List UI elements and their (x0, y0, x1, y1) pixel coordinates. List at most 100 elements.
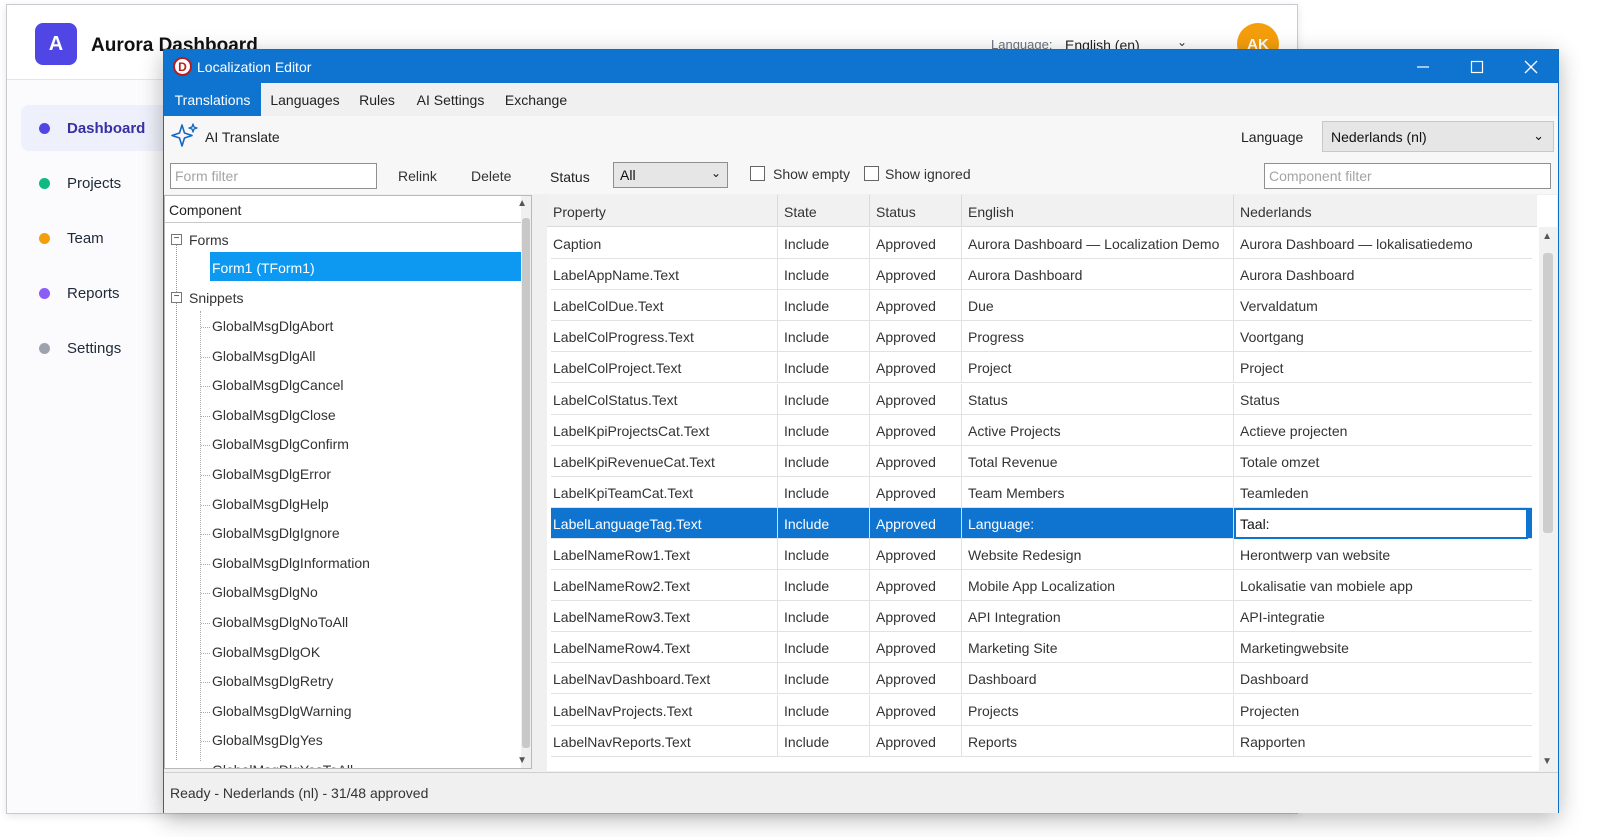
tree-node-snippet[interactable]: GlobalMsgDlgConfirm (212, 436, 349, 452)
show-empty-checkbox[interactable] (750, 166, 765, 181)
tree-node-snippet[interactable]: GlobalMsgDlgError (212, 466, 331, 482)
table-row[interactable]: LabelNameRow1.Text Include Approved Website… (551, 539, 1532, 570)
cell-nederlands[interactable]: Teamleden (1234, 477, 1528, 508)
cell-nederlands[interactable]: Actieve projecten (1234, 415, 1528, 446)
delete-button[interactable]: Delete (471, 168, 511, 184)
tab-ai-settings[interactable]: AI Settings (405, 83, 496, 116)
table-row[interactable]: LabelNavProjects.Text Include Approved Proj… (551, 694, 1532, 726)
tree-node-snippet[interactable]: GlobalMsgDlgYes (212, 732, 323, 748)
sparkle-icon[interactable] (170, 121, 200, 151)
grid-scrollbar[interactable]: ▲ ▼ (1539, 227, 1557, 771)
scroll-up-icon[interactable]: ▲ (517, 198, 527, 209)
cell-nederlands[interactable]: Totale omzet (1234, 446, 1528, 477)
language-select[interactable]: Nederlands (nl) ⌄ (1322, 121, 1554, 152)
cell-status: Approved (870, 725, 962, 757)
tree-node-snippet[interactable]: GlobalMsgDlgInformation (212, 555, 370, 571)
scroll-down-icon[interactable]: ▼ (517, 755, 527, 766)
relink-button[interactable]: Relink (398, 168, 437, 184)
tab-exchange[interactable]: Exchange (496, 83, 576, 116)
cell-nederlands[interactable]: Vervaldatum (1234, 290, 1528, 321)
cell-nederlands[interactable]: Aurora Dashboard (1234, 259, 1528, 290)
cell-english: Aurora Dashboard (962, 259, 1234, 291)
cell-state: Include (778, 290, 870, 322)
nav-item-team[interactable]: Team (21, 215, 171, 261)
cell-nederlands[interactable]: Lokalisatie van mobiele app (1234, 570, 1528, 601)
title-bar[interactable]: D Localization Editor (164, 50, 1558, 83)
scroll-up-icon[interactable]: ▲ (1542, 231, 1552, 242)
tree-node-snippet[interactable]: GlobalMsgDlgAll (212, 348, 315, 364)
cell-nederlands[interactable]: Status (1234, 384, 1528, 415)
column-header-english[interactable]: English (962, 195, 1234, 227)
table-row[interactable]: LabelKpiTeamCat.Text Include Approved Team … (551, 476, 1532, 508)
status-select[interactable]: All ⌄ (613, 162, 728, 188)
collapse-icon[interactable]: − (171, 234, 182, 245)
table-row[interactable]: LabelNameRow4.Text Include Approved Marketi… (551, 632, 1532, 664)
tab-rules[interactable]: Rules (349, 83, 405, 116)
cell-nederlands[interactable]: Rapporten (1234, 726, 1528, 757)
column-header-nederlands[interactable]: Nederlands (1234, 195, 1537, 227)
cell-nederlands[interactable]: Project (1234, 352, 1528, 383)
scroll-thumb[interactable] (522, 218, 530, 748)
maximize-button[interactable] (1450, 50, 1504, 83)
chevron-down-icon[interactable]: ⌄ (1177, 35, 1187, 49)
close-button[interactable] (1504, 50, 1558, 83)
minimize-button[interactable] (1396, 50, 1450, 83)
cell-english: Project (962, 352, 1234, 384)
tree-node-snippet[interactable]: GlobalMsgDlgCancel (212, 377, 344, 393)
tree-scrollbar[interactable]: ▲ ▼ (517, 196, 531, 768)
column-header-state[interactable]: State (778, 195, 870, 227)
column-header-property[interactable]: Property (547, 195, 778, 227)
cell-nederlands[interactable]: Dashboard (1234, 663, 1528, 694)
table-row[interactable]: LabelAppName.Text Include Approved Aurora D… (551, 259, 1532, 291)
table-row[interactable]: LabelKpiProjectsCat.Text Include Approved A… (551, 414, 1532, 446)
show-ignored-checkbox[interactable] (864, 166, 879, 181)
table-row[interactable]: LabelNavDashboard.Text Include Approved Das… (551, 663, 1532, 695)
table-row[interactable]: LabelColDue.Text Include Approved Due Verval… (551, 290, 1532, 322)
cell-nederlands[interactable]: Voortgang (1234, 321, 1528, 352)
tree-node-snippet[interactable]: GlobalMsgDlgYesToAll (212, 762, 353, 768)
tree-node-snippet[interactable]: GlobalMsgDlgAbort (212, 318, 333, 334)
table-row[interactable]: LabelKpiRevenueCat.Text Include Approved To… (551, 445, 1532, 477)
table-row[interactable]: LabelColProject.Text Include Approved Proje… (551, 352, 1532, 384)
cell-nederlands[interactable]: Projecten (1234, 695, 1528, 726)
tree-node-snippet[interactable]: GlobalMsgDlgNo (212, 584, 318, 600)
cell-nederlands[interactable]: Taal: (1234, 507, 1528, 539)
tree-node-snippet[interactable]: GlobalMsgDlgNoToAll (212, 614, 348, 630)
nav-item-dashboard[interactable]: Dashboard (21, 105, 171, 151)
cell-property: Caption (547, 228, 778, 259)
table-row[interactable]: LabelLanguageTag.Text Include Approved Lang… (551, 507, 1532, 539)
tree-node-forms[interactable]: Forms (189, 232, 229, 248)
tab-translations[interactable]: Translations (164, 83, 261, 116)
tree-node-snippets[interactable]: Snippets (189, 290, 243, 306)
table-row[interactable]: LabelNameRow2.Text Include Approved Mobile … (551, 570, 1532, 602)
collapse-icon[interactable]: − (171, 292, 182, 303)
table-row[interactable]: LabelNavReports.Text Include Approved Repor… (551, 725, 1532, 757)
table-row[interactable]: Caption Include Approved Aurora Dashboard —… (551, 228, 1532, 259)
table-row[interactable]: LabelNameRow3.Text Include Approved API Int… (551, 601, 1532, 633)
cell-nederlands[interactable]: Herontwerp van website (1234, 539, 1528, 570)
nav-item-reports[interactable]: Reports (21, 270, 171, 316)
tree-node-form1[interactable]: Form1 (TForm1) (212, 260, 315, 276)
scroll-down-icon[interactable]: ▼ (1542, 756, 1552, 767)
nav-item-label: Settings (67, 339, 122, 357)
cell-nederlands[interactable]: Aurora Dashboard — lokalisatiedemo (1234, 228, 1528, 259)
cell-property: LabelNavProjects.Text (547, 694, 778, 726)
tab-languages[interactable]: Languages (261, 83, 349, 116)
nav-item-projects[interactable]: Projects (21, 160, 171, 206)
tree-node-snippet[interactable]: GlobalMsgDlgIgnore (212, 525, 340, 541)
form-filter-input[interactable] (170, 163, 377, 189)
cell-nederlands[interactable]: Marketingwebsite (1234, 632, 1528, 663)
tree-node-snippet[interactable]: GlobalMsgDlgClose (212, 407, 336, 423)
table-row[interactable]: LabelColProgress.Text Include Approved Prog… (551, 321, 1532, 353)
column-header-status[interactable]: Status (870, 195, 962, 227)
cell-nederlands[interactable]: API-integratie (1234, 601, 1528, 632)
component-filter-input[interactable] (1264, 163, 1551, 189)
tree-node-snippet[interactable]: GlobalMsgDlgHelp (212, 496, 329, 512)
table-row[interactable]: LabelColStatus.Text Include Approved Status… (551, 383, 1532, 415)
tree-node-snippet[interactable]: GlobalMsgDlgOK (212, 644, 320, 660)
ai-translate-button[interactable]: AI Translate (205, 129, 280, 145)
tree-node-snippet[interactable]: GlobalMsgDlgWarning (212, 703, 352, 719)
scroll-thumb[interactable] (1543, 253, 1553, 533)
tree-node-snippet[interactable]: GlobalMsgDlgRetry (212, 673, 333, 689)
nav-item-settings[interactable]: Settings (21, 325, 171, 371)
